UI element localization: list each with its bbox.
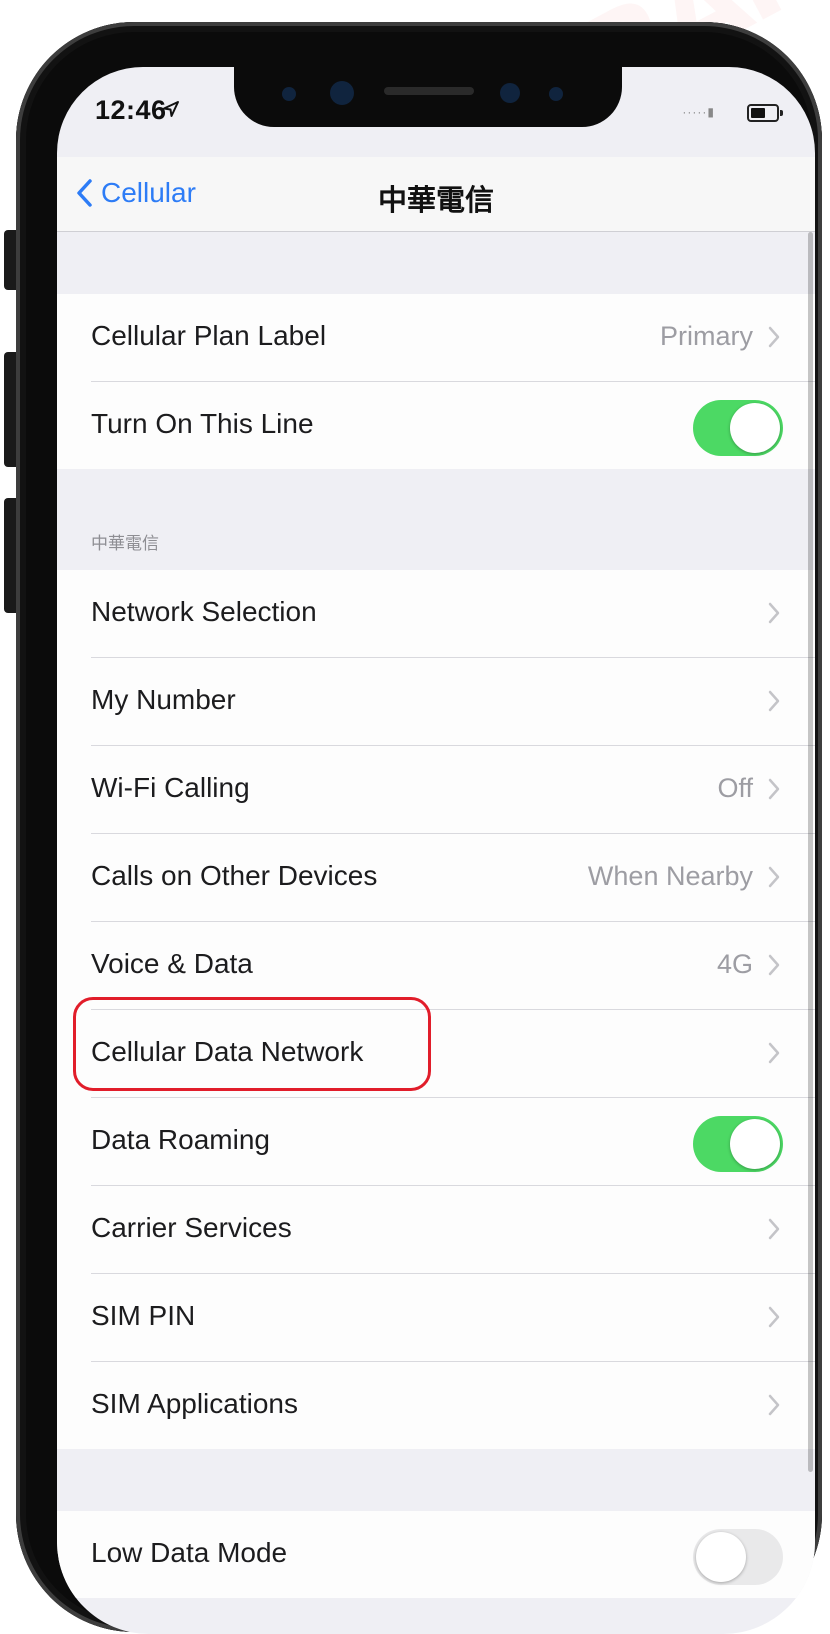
row-label: Cellular Data Network [91, 1036, 364, 1067]
toggle-knob [730, 1119, 780, 1169]
toggle-knob [696, 1532, 746, 1582]
sensor-dot [500, 83, 520, 103]
row-label: Network Selection [91, 596, 317, 627]
row-label: My Number [91, 684, 236, 715]
location-arrow-icon [163, 101, 179, 117]
screen: 12:46 ·····▮ Cellular 中華電信 Cellular Plan… [57, 67, 815, 1634]
signal-icon: ·····▮ [682, 105, 715, 119]
row-value: Off [717, 773, 753, 803]
speaker-grille [384, 87, 474, 95]
row-label: SIM Applications [91, 1388, 298, 1419]
low-data-mode-toggle[interactable] [693, 1529, 783, 1585]
toggle-knob [730, 403, 780, 453]
sensor-dot [282, 87, 296, 101]
volume-up-button [4, 352, 16, 467]
carrier-services-row[interactable]: Carrier Services [91, 1186, 815, 1274]
sensor-dot [549, 87, 563, 101]
voice-and-data-row[interactable]: Voice & Data 4G [91, 922, 815, 1010]
chevron-right-icon [768, 866, 780, 888]
scrollbar[interactable] [808, 232, 813, 1472]
page-title: 中華電信 [377, 185, 494, 217]
row-label: Cellular Plan Label [91, 320, 327, 351]
chevron-right-icon [768, 778, 780, 800]
settings-list: Cellular Plan Label Primary Turn On This… [57, 232, 815, 1598]
row-label: Turn On This Line [91, 408, 314, 439]
chevron-right-icon [768, 954, 780, 976]
front-camera [330, 81, 354, 105]
low-data-group: Low Data Mode [57, 1511, 815, 1598]
row-label: Data Roaming [91, 1124, 270, 1155]
row-label: Low Data Mode [91, 1537, 288, 1568]
chevron-right-icon [768, 1394, 780, 1416]
volume-down-button [4, 498, 16, 613]
row-label: Wi-Fi Calling [91, 772, 250, 803]
row-label: Calls on Other Devices [91, 860, 378, 891]
calls-on-other-devices-row[interactable]: Calls on Other Devices When Nearby [91, 834, 815, 922]
turn-on-line-toggle[interactable] [693, 400, 783, 456]
row-value: When Nearby [587, 861, 753, 891]
cellular-plan-label-row[interactable]: Cellular Plan Label Primary [91, 294, 815, 382]
turn-on-this-line-row: Turn On This Line [91, 382, 815, 469]
sim-pin-row[interactable]: SIM PIN [91, 1274, 815, 1362]
data-roaming-toggle[interactable] [693, 1116, 783, 1172]
network-selection-row[interactable]: Network Selection [91, 570, 815, 658]
row-label: Voice & Data [91, 948, 253, 979]
carrier-group: Network Selection My Number Wi-Fi Callin… [57, 570, 815, 1449]
chevron-right-icon [768, 1042, 780, 1064]
mute-switch [4, 230, 16, 290]
battery-icon [747, 104, 783, 122]
status-time: 12:46 [95, 95, 167, 125]
phone-frame: 12:46 ·····▮ Cellular 中華電信 Cellular Plan… [16, 22, 822, 1634]
my-number-row[interactable]: My Number [91, 658, 815, 746]
sim-applications-row[interactable]: SIM Applications [91, 1362, 815, 1449]
row-label: Carrier Services [91, 1212, 292, 1243]
navigation-bar: Cellular 中華電信 [57, 157, 815, 232]
section-spacer: 中華電信 [57, 469, 815, 570]
chevron-right-icon [768, 602, 780, 624]
row-label: SIM PIN [91, 1300, 196, 1331]
plan-group: Cellular Plan Label Primary Turn On This… [57, 294, 815, 469]
notch [234, 67, 622, 127]
chevron-right-icon [768, 1218, 780, 1240]
wifi-calling-row[interactable]: Wi-Fi Calling Off [91, 746, 815, 834]
chevron-right-icon [768, 326, 780, 348]
row-value: Primary [660, 321, 753, 351]
row-value: 4G [716, 949, 753, 979]
chevron-right-icon [768, 690, 780, 712]
section-header: 中華電信 [91, 534, 159, 553]
chevron-right-icon [768, 1306, 780, 1328]
cellular-data-network-row[interactable]: Cellular Data Network [91, 1010, 815, 1098]
low-data-mode-row: Low Data Mode [91, 1511, 815, 1598]
data-roaming-row: Data Roaming [91, 1098, 815, 1186]
